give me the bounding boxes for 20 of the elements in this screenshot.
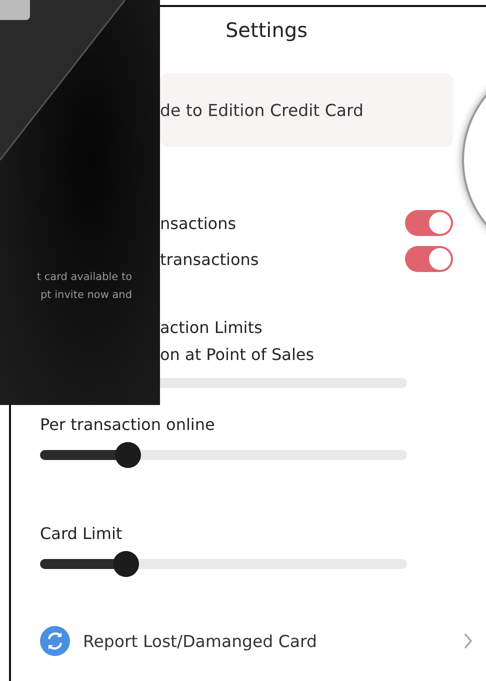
report-card-row[interactable]: Report Lost/Damanged Card — [40, 626, 453, 656]
promo-text: pt invite now and — [40, 288, 132, 303]
toggle-switch[interactable] — [405, 246, 453, 272]
chevron-right-icon — [463, 633, 473, 649]
report-label: Report Lost/Damanged Card — [83, 632, 318, 650]
slider-thumb[interactable] — [113, 551, 140, 577]
promo-text: t card available to — [36, 270, 132, 285]
screen-title: Settings — [224, 17, 309, 44]
slider-label: Card Limit — [40, 524, 124, 543]
toggle-switch[interactable] — [405, 210, 453, 236]
slider-label: Per transaction online — [40, 415, 216, 434]
slider-label: on at Point of Sales — [160, 345, 316, 364]
slider[interactable] — [40, 551, 407, 577]
section-heading: action Limits — [160, 318, 264, 337]
toggle-label: nsactions — [160, 214, 236, 232]
toggle-label: transactions — [160, 250, 259, 268]
refresh-icon — [40, 626, 70, 656]
slider[interactable] — [40, 442, 407, 468]
slider-thumb[interactable] — [115, 442, 142, 468]
upgrade-banner[interactable]: de to Edition Credit Card — [160, 73, 453, 147]
